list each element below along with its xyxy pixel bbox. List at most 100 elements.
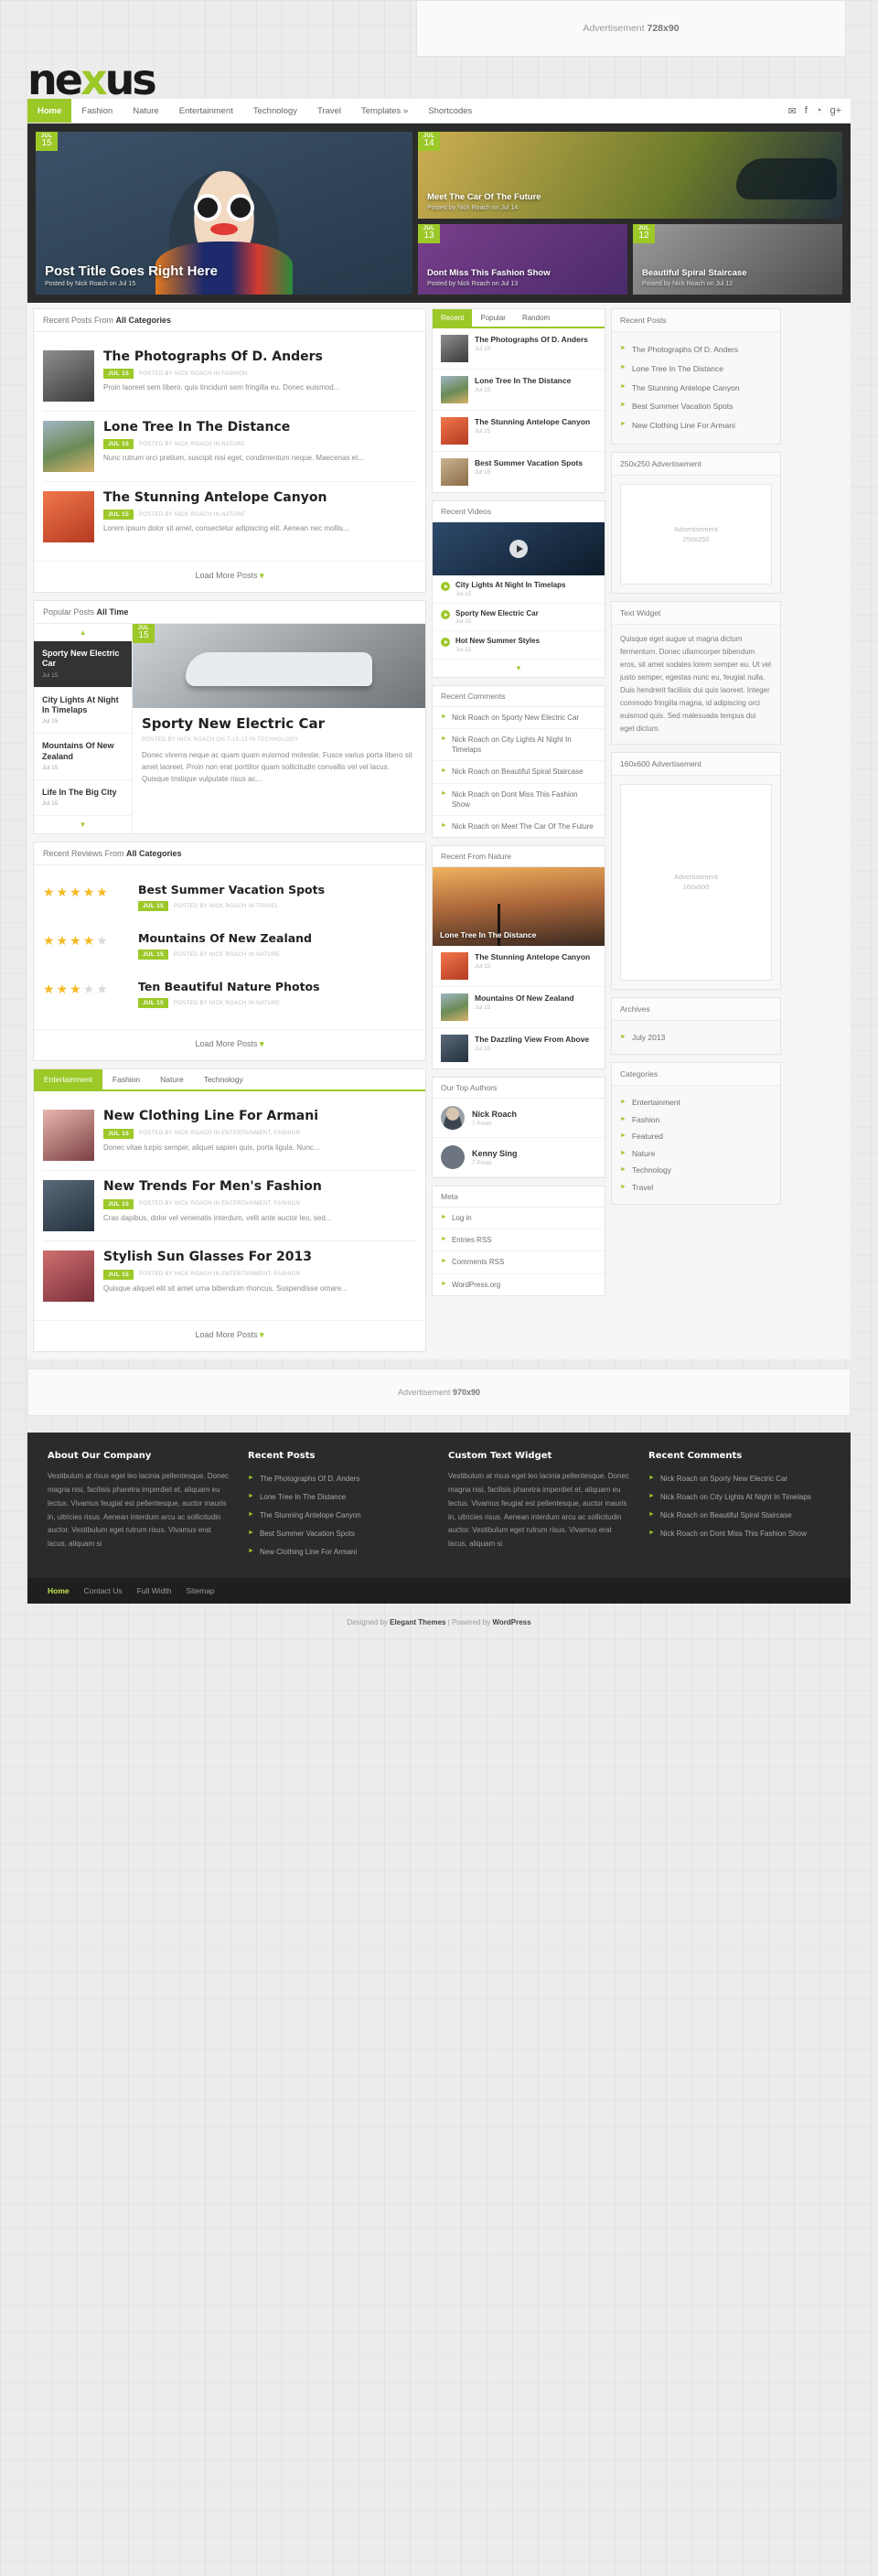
nav-item-entertainment[interactable]: Entertainment: [169, 99, 243, 123]
nav-item-fashion[interactable]: Fashion: [71, 99, 123, 123]
list-item[interactable]: Sporty New Electric Car Jul 15: [34, 641, 132, 688]
list-item[interactable]: ► The Photographs Of D. Anders: [248, 1470, 430, 1488]
slide-staircase[interactable]: JUL 12 Beautiful Spiral Staircase Posted…: [633, 224, 842, 295]
play-icon[interactable]: [509, 540, 528, 558]
tab-fashion[interactable]: Fashion: [102, 1069, 150, 1089]
list-item[interactable]: Lone Tree In The Distance Jul 15: [433, 370, 605, 411]
list-item[interactable]: ► Best Summer Vacation Spots: [248, 1525, 430, 1543]
list-item[interactable]: ► Entertainment: [620, 1094, 772, 1111]
load-more-button[interactable]: Load More Posts ▾: [34, 1029, 425, 1060]
tab-nature[interactable]: Nature: [150, 1069, 194, 1089]
list-item[interactable]: ► Comments RSS: [433, 1251, 605, 1274]
list-item[interactable]: Hot New Summer Styles Jul 15: [433, 631, 605, 660]
post-item[interactable]: The Photographs Of D. Anders JUL 15 POST…: [43, 341, 416, 412]
list-item[interactable]: The Dazzling View From Above Jul 15: [433, 1028, 605, 1068]
list-item[interactable]: ► July 2013: [620, 1029, 772, 1046]
nav-item-travel[interactable]: Travel: [307, 99, 351, 123]
list-item[interactable]: ► Nick Roach on Sporty New Electric Car: [648, 1470, 830, 1488]
featured-title[interactable]: Sporty New Electric Car: [142, 716, 416, 732]
load-more-button[interactable]: Load More Posts ▾: [34, 1320, 425, 1351]
post-title[interactable]: Lone Tree In The Distance: [103, 420, 364, 435]
review-title[interactable]: Ten Beautiful Nature Photos: [138, 980, 320, 993]
list-item[interactable]: Life In The Big City Jul 15: [34, 780, 132, 817]
list-item[interactable]: ► Fashion: [620, 1111, 772, 1129]
popular-featured[interactable]: JUL 15 Sporty New Electric Car POSTED BY…: [133, 624, 425, 833]
twitter-icon[interactable]: ✉: [788, 105, 797, 117]
author-item[interactable]: Kenny Sing 7 Posts: [433, 1138, 605, 1178]
tab-recent[interactable]: Recent: [433, 309, 473, 327]
tab-technology[interactable]: Technology: [194, 1069, 253, 1089]
nav-item-shortcodes[interactable]: Shortcodes: [418, 99, 482, 123]
list-item[interactable]: ► Featured: [620, 1128, 772, 1145]
post-title[interactable]: New Trends For Men's Fashion: [103, 1179, 331, 1194]
post-title[interactable]: New Clothing Line For Armani: [103, 1109, 320, 1123]
list-item[interactable]: ► The Photographs Of D. Anders: [620, 340, 772, 360]
list-item[interactable]: ► Nick Roach on City Lights At Night In T…: [433, 729, 605, 762]
review-item[interactable]: ★ ★ ★ ★ ★ Best Summer Vacation Spots JUL 15 …: [43, 875, 416, 923]
load-more-button[interactable]: Load More Posts ▾: [34, 561, 425, 592]
post-title[interactable]: Stylish Sun Glasses For 2013: [103, 1250, 348, 1264]
author-item[interactable]: Nick Roach 7 Posts: [433, 1099, 605, 1139]
post-item[interactable]: New Trends For Men's Fashion JUL 15 POST…: [43, 1171, 416, 1242]
list-item[interactable]: Best Summer Vacation Spots Jul 15: [433, 452, 605, 492]
main-navigation[interactable]: Home Fashion Nature Entertainment Techno…: [27, 99, 851, 123]
slide-main[interactable]: JUL 15 Post Title Goes Right Here Posted…: [36, 132, 412, 295]
tall-advertisement[interactable]: Advertisement 160x600: [620, 783, 772, 981]
list-item[interactable]: The Photographs Of D. Anders Jul 15: [433, 328, 605, 370]
slide-car[interactable]: JUL 14 Meet The Car Of The Future Posted…: [418, 132, 842, 219]
nav-item-home[interactable]: Home: [27, 99, 72, 123]
list-item[interactable]: ► Nick Roach on Dont Miss This Fashion Sh…: [648, 1525, 830, 1543]
list-item[interactable]: ► Nature: [620, 1145, 772, 1163]
list-item[interactable]: ► Nick Roach on Meet The Car Of The Futur…: [433, 816, 605, 837]
site-logo[interactable]: nexus: [27, 59, 157, 101]
credit-brand[interactable]: Elegant Themes: [390, 1618, 445, 1626]
list-item[interactable]: ► Nick Roach on Beautiful Spiral Staircas…: [433, 761, 605, 784]
nav-item-templates[interactable]: Templates »: [351, 99, 418, 123]
list-item[interactable]: Mountains Of New Zealand Jul 15: [34, 734, 132, 780]
list-item[interactable]: ► Travel: [620, 1179, 772, 1197]
list-item[interactable]: ► Entries RSS: [433, 1229, 605, 1252]
footer-nav-full-width[interactable]: Full Width: [137, 1586, 172, 1595]
slide-fashion[interactable]: JUL 13 Dont Miss This Fashion Show Poste…: [418, 224, 627, 295]
list-item[interactable]: ► The Stunning Antelope Canyon: [248, 1507, 430, 1525]
post-title[interactable]: The Photographs Of D. Anders: [103, 349, 339, 364]
tab-popular[interactable]: Popular: [472, 309, 514, 327]
review-item[interactable]: ★ ★ ★ ★ ★ Mountains Of New Zealand JUL 15 PO…: [43, 923, 416, 971]
list-item[interactable]: ► The Stunning Antelope Canyon: [620, 379, 772, 398]
footer-nav-contact-us[interactable]: Contact Us: [84, 1586, 123, 1595]
post-item[interactable]: Lone Tree In The Distance JUL 15 POSTED …: [43, 412, 416, 482]
chevron-down-icon[interactable]: ▾: [433, 660, 605, 677]
list-item[interactable]: ► New Clothing Line For Armani: [620, 416, 772, 435]
facebook-icon[interactable]: f: [805, 105, 808, 116]
post-item[interactable]: Stylish Sun Glasses For 2013 JUL 15 POST…: [43, 1241, 416, 1311]
chevron-down-icon[interactable]: ▾: [34, 816, 132, 833]
chevron-up-icon[interactable]: ▴: [34, 624, 132, 641]
footer-nav-sitemap[interactable]: Sitemap: [186, 1586, 214, 1595]
list-item[interactable]: ► Nick Roach on Dont Miss This Fashion Sh…: [433, 784, 605, 816]
nav-item-technology[interactable]: Technology: [243, 99, 307, 123]
list-item[interactable]: The Stunning Antelope Canyon Jul 15: [433, 411, 605, 452]
square-advertisement[interactable]: Advertisement 250x250: [620, 483, 772, 585]
rss-icon[interactable]: ◔: [816, 105, 822, 116]
list-item[interactable]: ► Lone Tree In The Distance: [248, 1488, 430, 1507]
video-thumbnail[interactable]: [433, 522, 605, 575]
list-item[interactable]: ► Nick Roach on Beautiful Spiral Staircas…: [648, 1507, 830, 1525]
list-item[interactable]: Mountains Of New Zealand Jul 15: [433, 987, 605, 1029]
tab-random[interactable]: Random: [514, 309, 558, 327]
list-item[interactable]: City Lights At Night In Timelaps Jul 15: [433, 575, 605, 604]
list-item[interactable]: City Lights At Night In Timelaps Jul 15: [34, 688, 132, 735]
review-item[interactable]: ★ ★ ★ ★ ★ Ten Beautiful Nature Photos JUL 15…: [43, 971, 416, 1020]
bottom-advertisement[interactable]: Advertisement 970x90: [27, 1368, 851, 1417]
list-item[interactable]: ► New Clothing Line For Armani: [248, 1543, 430, 1562]
review-title[interactable]: Mountains Of New Zealand: [138, 931, 312, 945]
footer-nav-home[interactable]: Home: [48, 1586, 70, 1595]
list-item[interactable]: ► WordPress.org: [433, 1274, 605, 1295]
credit-cms[interactable]: WordPress: [492, 1618, 530, 1626]
list-item[interactable]: The Stunning Antelope Canyon Jul 15: [433, 946, 605, 988]
list-item[interactable]: ► Best Summer Vacation Spots: [620, 397, 772, 416]
review-title[interactable]: Best Summer Vacation Spots: [138, 883, 325, 896]
list-item[interactable]: ► Nick Roach on City Lights At Night In T…: [648, 1488, 830, 1507]
nature-feature-image[interactable]: Lone Tree In The Distance: [433, 867, 605, 947]
google-plus-icon[interactable]: g+: [830, 105, 841, 116]
post-title[interactable]: The Stunning Antelope Canyon: [103, 490, 349, 505]
